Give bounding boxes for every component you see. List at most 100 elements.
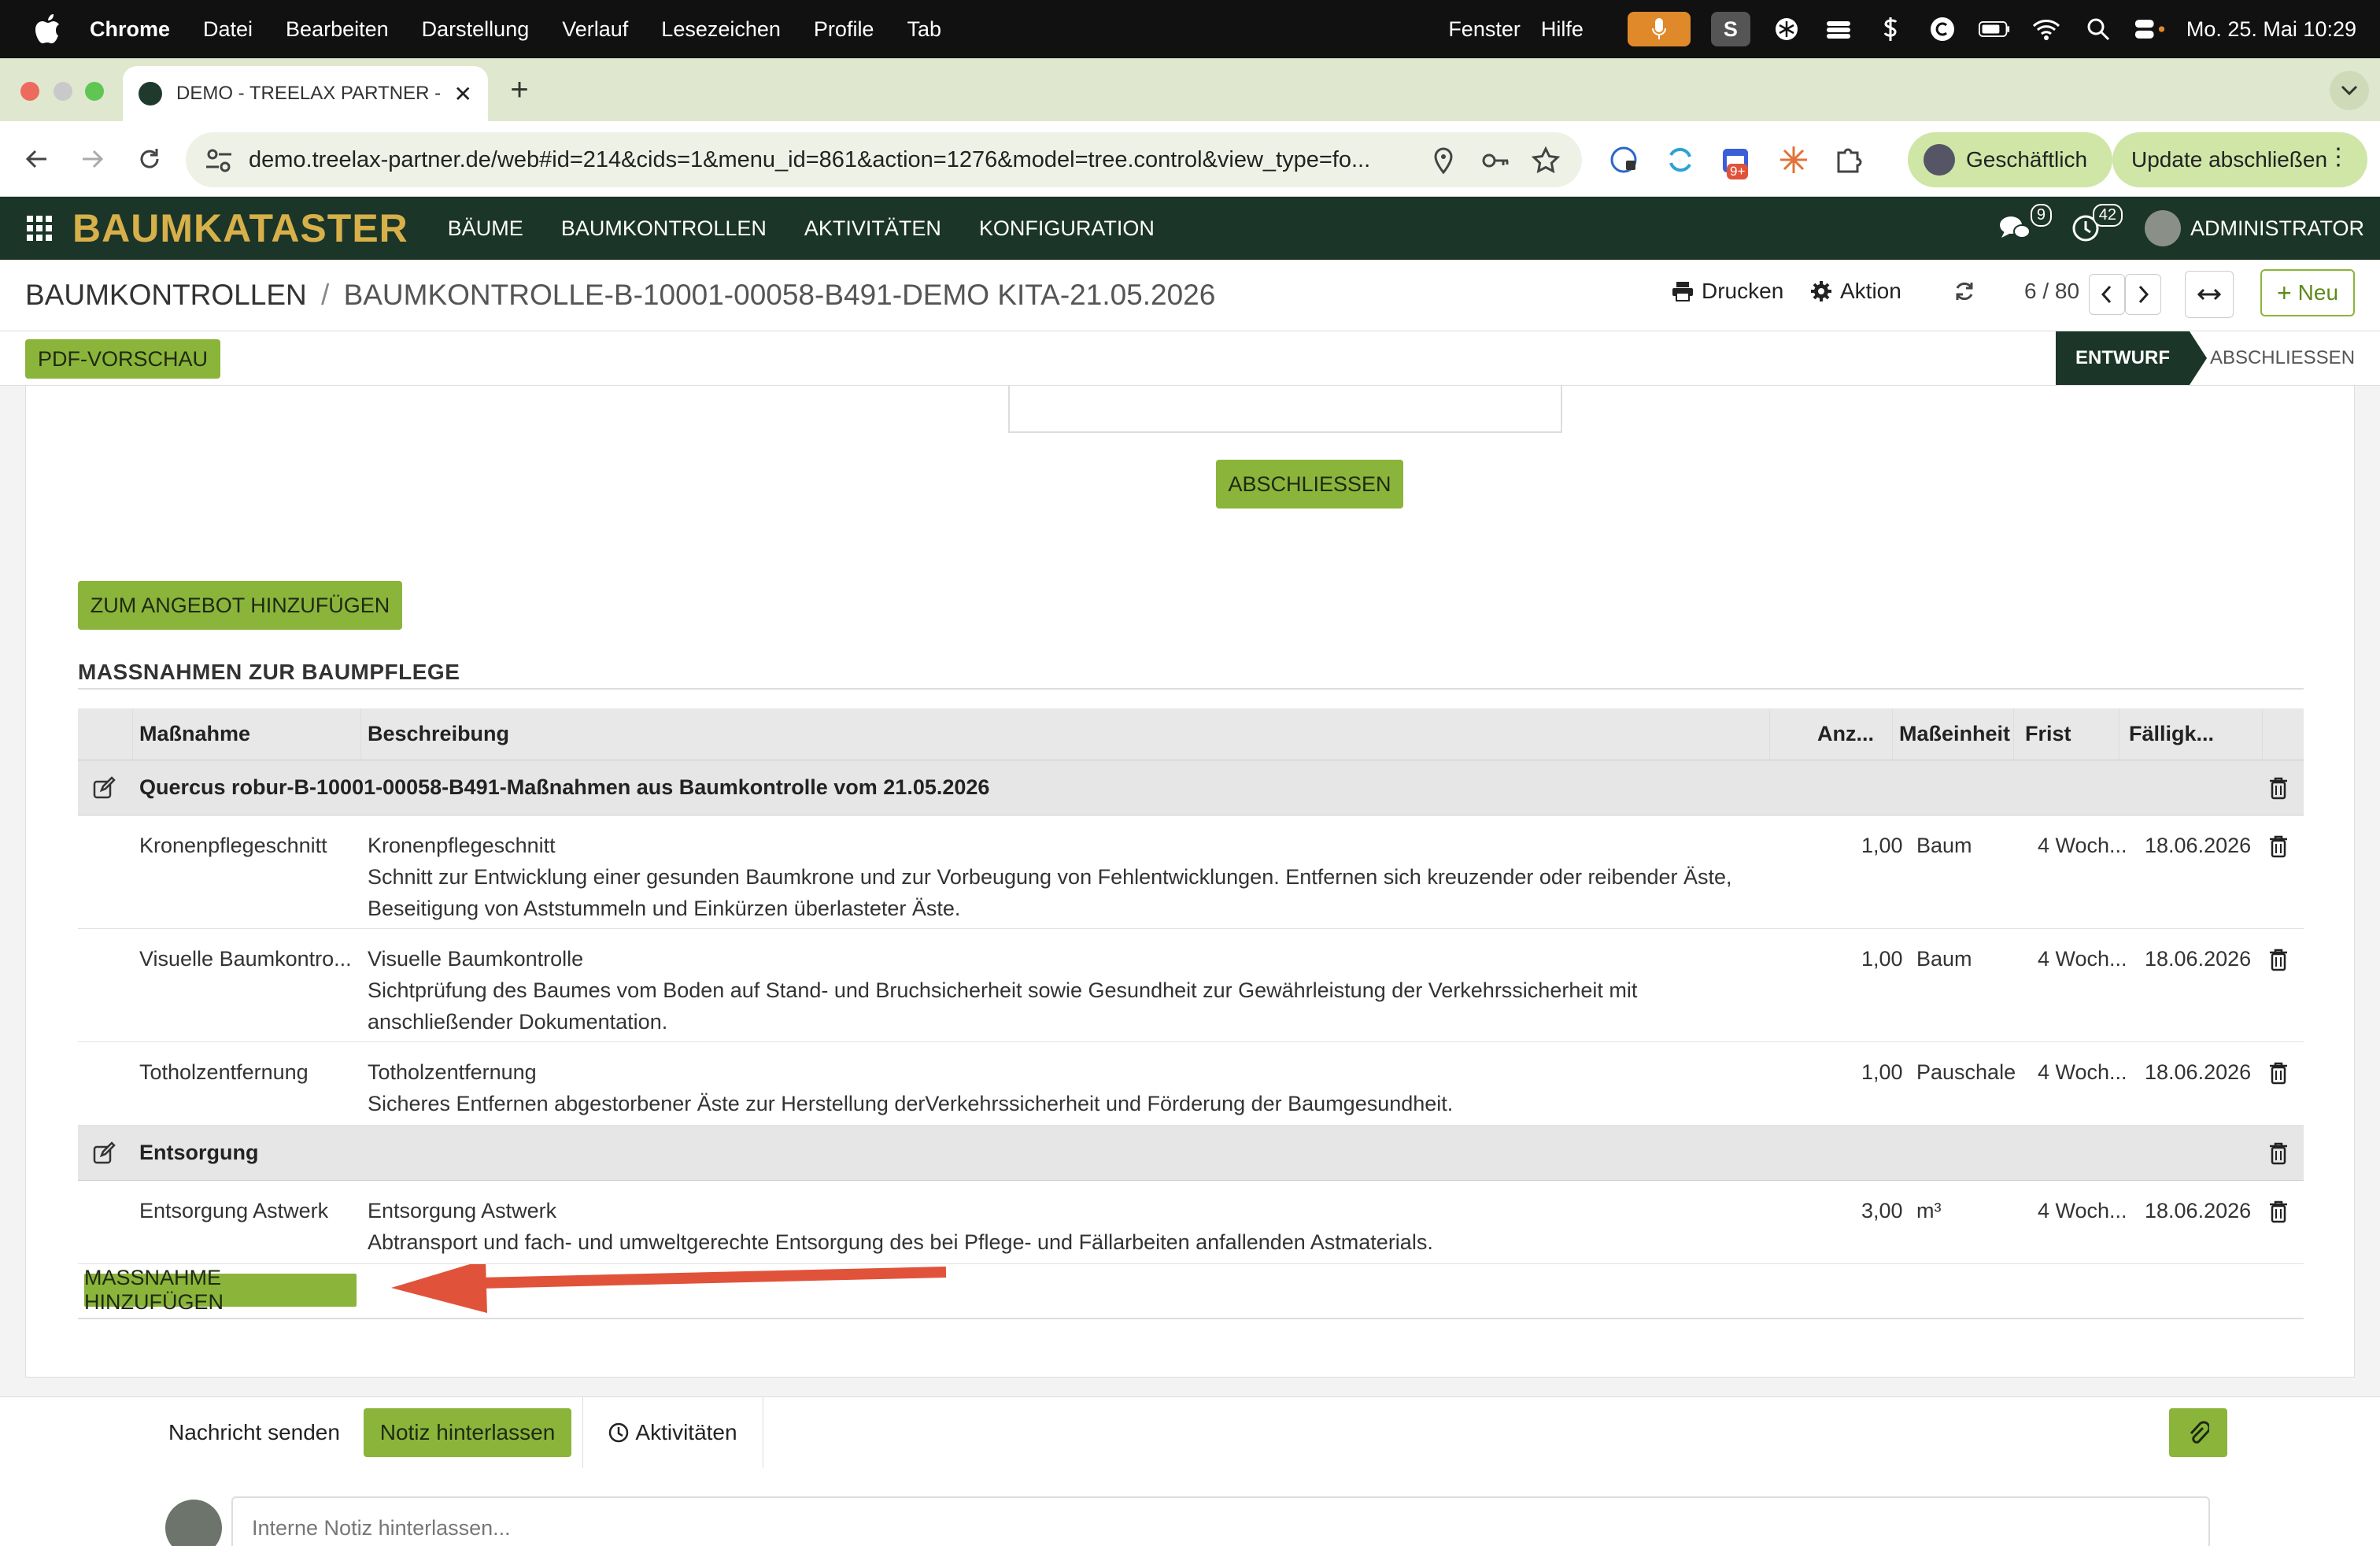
nav-baeume[interactable]: BÄUME <box>448 216 523 241</box>
attach-file-button[interactable] <box>2169 1408 2227 1457</box>
apple-icon[interactable] <box>24 0 72 58</box>
dollar-icon[interactable] <box>1875 13 1906 45</box>
trash-icon[interactable] <box>2267 1200 2289 1223</box>
menu-app-chrome[interactable]: Chrome <box>90 17 170 42</box>
activities-button[interactable]: 42 <box>2066 204 2123 248</box>
new-tab-button[interactable]: + <box>504 72 535 108</box>
tab-close-icon[interactable]: ✕ <box>454 81 472 107</box>
user-menu[interactable]: ADMINISTRATOR <box>2144 210 2364 246</box>
measure-cell: Entsorgung Astwerk <box>139 1199 329 1222</box>
forward-arrow-icon[interactable] <box>76 142 110 176</box>
window-close-button[interactable] <box>20 82 39 101</box>
stage-finish[interactable]: ABSCHLIESSEN <box>2204 331 2361 385</box>
site-settings-icon[interactable] <box>203 145 235 176</box>
menu-hilfe[interactable]: Hilfe <box>1541 17 1584 42</box>
nav-aktivitaeten[interactable]: AKTIVITÄTEN <box>804 216 941 241</box>
note-input[interactable] <box>231 1496 2210 1546</box>
refresh-button[interactable] <box>1953 280 1975 302</box>
table-row[interactable]: Entsorgung Astwerk Entsorgung Astwerk Ab… <box>78 1181 2304 1264</box>
back-arrow-icon[interactable] <box>19 142 54 176</box>
trash-icon[interactable] <box>2267 834 2289 858</box>
send-message-button[interactable]: Nachricht senden <box>154 1408 354 1457</box>
browser-tab-active[interactable]: DEMO - TREELAX PARTNER - ✕ <box>123 66 488 121</box>
pager-previous-button[interactable] <box>2089 274 2125 315</box>
header-description[interactable]: Beschreibung <box>361 708 1770 760</box>
menu-tab[interactable]: Tab <box>907 17 941 42</box>
log-note-button[interactable]: Notiz hinterlassen <box>364 1408 571 1457</box>
kebab-menu-icon[interactable]: ⋮ <box>2326 143 2350 171</box>
reload-icon[interactable] <box>132 142 167 176</box>
address-bar[interactable]: demo.treelax-partner.de/web#id=214&cids=… <box>186 132 1582 187</box>
table-section-row[interactable]: Entsorgung <box>78 1126 2304 1181</box>
messages-button[interactable]: 9 <box>1995 204 2052 248</box>
new-record-button[interactable]: + Neu <box>2260 269 2355 316</box>
menu-darstellung[interactable]: Darstellung <box>422 17 530 42</box>
action-button[interactable]: Aktion <box>1810 279 1901 304</box>
snowflake-icon[interactable] <box>1771 13 1802 45</box>
table-row[interactable]: Totholzentfernung Totholzentfernung Sich… <box>78 1042 2304 1126</box>
microphone-icon[interactable] <box>1627 12 1691 46</box>
update-label: Update abschließen <box>2131 147 2328 172</box>
trash-icon[interactable] <box>2267 948 2289 971</box>
activities-count-badge: 42 <box>2092 204 2123 227</box>
header-measure[interactable]: Maßnahme <box>133 708 361 760</box>
profile-button[interactable]: Geschäftlich <box>1908 132 2112 187</box>
print-button[interactable]: Drucken <box>1672 279 1783 304</box>
pager-value[interactable]: 6 / 80 <box>2024 279 2079 304</box>
menu-fenster[interactable]: Fenster <box>1448 17 1521 42</box>
header-quantity[interactable]: Anz... <box>1770 708 1893 760</box>
nav-baumkontrollen[interactable]: BAUMKONTROLLEN <box>561 216 767 241</box>
edit-icon[interactable] <box>92 1141 116 1165</box>
pdf-preview-button[interactable]: PDF-VORSCHAU <box>25 339 220 379</box>
trash-icon[interactable] <box>2267 1141 2289 1165</box>
nav-konfiguration[interactable]: KONFIGURATION <box>979 216 1155 241</box>
stage-draft[interactable]: ENTWURF <box>2056 331 2207 385</box>
key-icon[interactable] <box>1481 146 1510 175</box>
extension-password-icon[interactable] <box>1609 145 1639 175</box>
menu-bearbeiten[interactable]: Bearbeiten <box>286 17 389 42</box>
activities-tab-button[interactable]: Aktivitäten <box>582 1397 763 1468</box>
add-measure-button[interactable]: MASSNAHME HINZUFÜGEN <box>84 1266 357 1314</box>
header-unit[interactable]: Maßeinheit <box>1893 708 2014 760</box>
wifi-icon[interactable] <box>2031 13 2062 45</box>
menu-verlauf[interactable]: Verlauf <box>562 17 628 42</box>
signature-field[interactable] <box>1008 386 1562 433</box>
window-zoom-button[interactable] <box>85 82 104 101</box>
location-pin-icon[interactable] <box>1429 146 1458 175</box>
finish-button[interactable]: ABSCHLIESSEN <box>1216 460 1403 509</box>
window-minimize-button[interactable] <box>54 82 72 101</box>
apps-grid-icon[interactable] <box>27 216 52 241</box>
table-row[interactable]: Kronenpflegeschnitt Kronenpflegeschnitt … <box>78 816 2304 929</box>
extensions-puzzle-icon[interactable] <box>1834 145 1864 175</box>
table-row[interactable]: Visuelle Baumkontro... Visuelle Baumkont… <box>78 929 2304 1042</box>
paperclip-icon <box>2190 1421 2209 1444</box>
control-center-icon[interactable] <box>2134 13 2166 45</box>
bookmark-star-icon[interactable] <box>1532 146 1560 175</box>
s-app-icon[interactable]: S <box>1710 12 1750 46</box>
sync-stack-icon[interactable] <box>1823 13 1854 45</box>
trash-icon[interactable] <box>2267 776 2289 800</box>
breadcrumb-current: BAUMKONTROLLE-B-10001-00058-B491-DEMO KI… <box>343 279 1216 311</box>
trash-icon[interactable] <box>2267 1061 2289 1085</box>
update-button[interactable]: Update abschließen ⋮ <box>2112 132 2367 187</box>
menu-lesezeichen[interactable]: Lesezeichen <box>661 17 781 42</box>
extension-burst-icon[interactable] <box>1779 145 1809 175</box>
app-brand[interactable]: BAUMKATASTER <box>72 205 408 251</box>
search-icon[interactable] <box>2082 13 2114 45</box>
header-due-date[interactable]: Fälligk... <box>2119 708 2263 760</box>
copyright-icon[interactable] <box>1927 13 1958 45</box>
due-date-cell: 18.06.2026 <box>2145 1060 2252 1084</box>
breadcrumb-parent[interactable]: BAUMKONTROLLEN <box>25 279 307 311</box>
extension-sync-icon[interactable] <box>1665 145 1695 175</box>
expand-width-button[interactable] <box>2185 271 2234 318</box>
extension-calendar-icon[interactable]: 9+ <box>1720 145 1755 179</box>
edit-icon[interactable] <box>92 775 116 800</box>
table-section-row[interactable]: Quercus robur-B-10001-00058-B491-Maßnahm… <box>78 760 2304 816</box>
add-to-offer-button[interactable]: ZUM ANGEBOT HINZUFÜGEN <box>78 581 402 630</box>
pager-next-button[interactable] <box>2125 274 2161 315</box>
menu-profile[interactable]: Profile <box>814 17 874 42</box>
tab-search-chevron-icon[interactable] <box>2330 71 2369 110</box>
menu-datei[interactable]: Datei <box>203 17 253 42</box>
header-deadline[interactable]: Frist <box>2014 708 2119 760</box>
menubar-clock[interactable]: Mo. 25. Mai 10:29 <box>2186 17 2356 42</box>
